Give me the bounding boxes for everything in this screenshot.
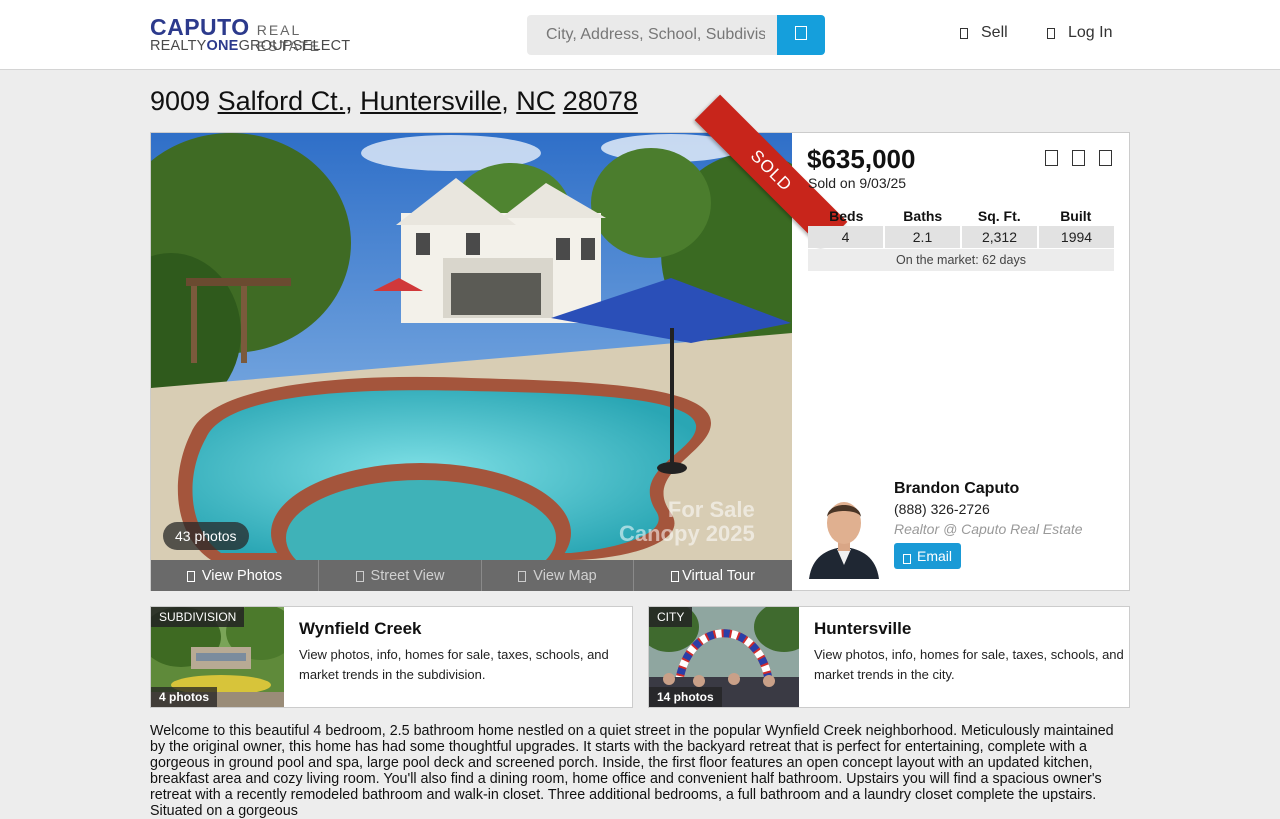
subdivision-photo-count: 4 photos <box>151 687 217 707</box>
agent-title: Realtor @ Caputo Real Estate <box>894 521 1083 537</box>
listing-photo[interactable]: 43 photos For Sale Canopy 2025 <box>151 133 792 560</box>
view-photos-label: View Photos <box>201 567 283 584</box>
nav-login-label: Log In <box>1068 24 1113 41</box>
photo-actions-bar: View Photos Street View View Map Virtual… <box>151 560 792 591</box>
tour-icon <box>671 570 681 582</box>
logo-line2-c: GROUPSELECT <box>238 38 351 54</box>
share-actions <box>1043 149 1113 167</box>
street-view-button[interactable]: Street View <box>319 560 482 591</box>
listing-price: $635,000 <box>807 144 916 174</box>
days-on-market: On the market: 62 days <box>808 249 1114 271</box>
photo-count-badge: 43 photos <box>163 522 249 550</box>
search-bar <box>527 15 825 55</box>
stats-built: 1994 <box>1039 226 1114 248</box>
stats-baths: 2.1 <box>885 226 960 248</box>
address-street-link[interactable]: Salford Ct. <box>218 86 346 116</box>
stats-sqft: 2,312 <box>962 226 1037 248</box>
view-photos-button[interactable]: View Photos <box>151 560 319 591</box>
agent-avatar[interactable] <box>804 487 884 579</box>
nav-login[interactable]: Log In <box>1044 24 1112 42</box>
city-tag: CITY <box>649 607 693 627</box>
site-header: CAPUTO REAL ESTATE REALTYONEGROUPSELECT … <box>0 0 1280 70</box>
search-input[interactable] <box>527 15 777 55</box>
search-button[interactable] <box>777 15 825 55</box>
subdivision-thumbnail: SUBDIVISION 4 photos <box>151 607 284 707</box>
logo-line2-a: REALTY <box>150 38 207 54</box>
listing-description: Welcome to this beautiful 4 bedroom, 2.5… <box>150 723 1114 819</box>
subdivision-card[interactable]: SUBDIVISION 4 photos Wynfield Creek View… <box>150 606 633 708</box>
logo-line2: REALTYONEGROUPSELECT <box>150 38 360 54</box>
stats-beds: 4 <box>808 226 883 248</box>
nav-sell[interactable]: Sell <box>957 24 1008 42</box>
subdivision-desc: View photos, info, homes for sale, taxes… <box>299 647 609 682</box>
logo-line2-b: ONE <box>206 38 239 54</box>
stats-header-sqft: Sq. Ft. <box>977 208 1021 224</box>
view-map-button[interactable]: View Map <box>482 560 634 591</box>
print-icon[interactable] <box>1097 149 1113 167</box>
sell-icon <box>957 25 971 41</box>
nav-sell-label: Sell <box>981 24 1008 41</box>
stats-header-row: Beds Baths Sq. Ft. Built <box>808 206 1114 226</box>
site-logo[interactable]: CAPUTO REAL ESTATE REALTYONEGROUPSELECT <box>150 14 360 58</box>
city-thumbnail: CITY 14 photos <box>649 607 799 707</box>
listing-info-panel: $635,000 Sold on 9/03/25 Beds Baths Sq. … <box>792 133 1129 590</box>
city-desc: View photos, info, homes for sale, taxes… <box>814 647 1124 682</box>
view-map-label: View Map <box>533 567 597 584</box>
email-agent-button[interactable]: Email <box>894 543 961 569</box>
subdivision-tag: SUBDIVISION <box>151 607 245 627</box>
stats-header-beds: Beds <box>829 208 864 224</box>
user-icon <box>1044 25 1058 41</box>
logo-brand: CAPUTO <box>150 14 250 40</box>
address-zip-link[interactable]: 28078 <box>563 86 638 116</box>
virtual-tour-label: Virtual Tour <box>682 567 755 584</box>
listing-card: 43 photos For Sale Canopy 2025 SOLD View… <box>150 94 1130 591</box>
address-city-link[interactable]: Huntersville <box>360 86 501 116</box>
search-icon <box>795 25 807 45</box>
favorite-icon[interactable] <box>1043 149 1059 167</box>
listing-stats-table: Beds Baths Sq. Ft. Built 4 2.1 2,312 199… <box>808 206 1114 271</box>
sold-date: Sold on 9/03/25 <box>808 175 907 191</box>
camera-icon <box>186 570 197 582</box>
email-button-label: Email <box>916 548 952 564</box>
page-title: 9009 Salford Ct., Huntersville, NC 28078 <box>150 86 638 116</box>
address-state-link[interactable]: NC <box>516 86 555 116</box>
agent-name[interactable]: Brandon Caputo <box>894 480 1019 498</box>
photo-watermark: For Sale Canopy 2025 <box>619 497 755 546</box>
virtual-tour-button[interactable]: Virtual Tour <box>634 560 792 591</box>
city-title[interactable]: Huntersville <box>814 619 1124 639</box>
city-card[interactable]: CITY 14 photos Huntersville View photos,… <box>648 606 1130 708</box>
agent-phone[interactable]: (888) 326-2726 <box>894 501 990 517</box>
email-icon <box>902 551 911 564</box>
stats-value-row: 4 2.1 2,312 1994 <box>808 226 1114 248</box>
subdivision-title[interactable]: Wynfield Creek <box>299 619 619 639</box>
street-view-icon <box>355 570 366 582</box>
share-icon[interactable] <box>1070 149 1086 167</box>
stats-header-baths: Baths <box>903 208 943 224</box>
map-icon <box>518 570 528 582</box>
address-number: 9009 <box>150 86 211 116</box>
stats-header-built: Built <box>1060 208 1092 224</box>
city-photo-count: 14 photos <box>649 687 722 707</box>
street-view-label: Street View <box>370 567 445 584</box>
